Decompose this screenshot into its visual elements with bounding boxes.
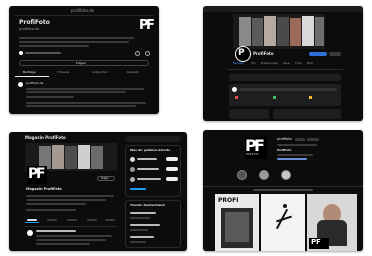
tab-reels[interactable]: Reels (283, 62, 290, 66)
composer-card (229, 84, 341, 106)
tweet-text (36, 243, 90, 245)
follower-avatar-icon (19, 51, 23, 55)
message-button[interactable] (307, 138, 319, 141)
grid-post-dancer[interactable] (261, 194, 305, 251)
profile-avatar: P F PROFIFOTO (245, 137, 267, 159)
follow-button[interactable] (295, 138, 305, 141)
stats-line (26, 209, 76, 211)
tweet-author[interactable] (36, 230, 76, 232)
follow-button[interactable]: Folgen (97, 176, 115, 181)
trends-title: Trends: Deutschland (130, 203, 165, 207)
follow-suggestion-button[interactable] (166, 167, 178, 171)
intro-card (229, 109, 269, 119)
highlight-circle[interactable] (259, 170, 269, 180)
tab-bar: Beiträge Threads Antworten Reposts (15, 68, 153, 77)
profile-handle: profifoto.de (19, 27, 40, 31)
tab-posts[interactable]: Beiträge (23, 71, 36, 74)
post-card (273, 109, 341, 119)
suggestions-panel: Was dir gefallen könnte (125, 145, 181, 197)
search-input[interactable] (125, 136, 181, 142)
more-options-icon[interactable] (145, 51, 150, 56)
tab-reposts[interactable]: Reposts (127, 71, 139, 74)
screenshot-x-profile: Magazin ProfiFoto P F Folgen Magazin Pro… (9, 132, 187, 251)
bio-line (19, 45, 89, 47)
tab-more[interactable]: Mehr (307, 62, 313, 66)
divider (25, 226, 117, 227)
show-more-link[interactable] (130, 188, 146, 190)
bio-line (277, 154, 313, 156)
suggestions-title: Was dir gefallen könnte (130, 148, 171, 152)
trends-panel: Trends: Deutschland (125, 200, 181, 248)
profile-tabs (25, 218, 117, 223)
grid-tabs[interactable] (253, 189, 313, 191)
follow-suggestion-button[interactable] (166, 177, 178, 181)
header-title: Magazin ProfiFoto (25, 135, 66, 140)
page-name: ProfiFoto (253, 51, 274, 56)
profile-name: ProfiFoto (19, 19, 50, 26)
post-text (26, 91, 126, 93)
top-nav (203, 6, 363, 12)
profile-name: ProfiFoto (277, 148, 292, 152)
page-avatar: P (235, 46, 251, 62)
page-tabs: Beiträge Info Erwähnungen Reels Fotos Me… (227, 62, 343, 68)
grid-post-magazine[interactable]: PROFI (215, 194, 259, 251)
post-text (26, 102, 146, 104)
tab-mentions[interactable]: Erwähnungen (261, 62, 278, 66)
profile-avatar: P F (139, 18, 155, 33)
username: profifoto (277, 137, 292, 141)
post-text (26, 88, 144, 90)
highlight-circle[interactable] (281, 170, 291, 180)
follower-count[interactable] (25, 52, 61, 54)
bio-line (26, 199, 106, 201)
screenshot-instagram-profile: P F PROFIFOTO profifoto ProfiFoto PROFI … (203, 130, 363, 251)
screenshot-facebook-page: P ProfiFoto Beiträge Info Erwähnungen Re… (203, 6, 363, 121)
tab-threads[interactable]: Threads (57, 71, 69, 74)
tweet-text (36, 235, 112, 237)
divider (203, 186, 363, 187)
message-button[interactable] (329, 52, 341, 56)
divider (227, 69, 343, 70)
follow-button[interactable]: Folgen (19, 60, 149, 66)
post-text (26, 96, 74, 98)
grid-post-portrait[interactable]: P F (307, 194, 357, 251)
cover-photo (233, 14, 325, 49)
bio-line (26, 203, 86, 205)
tweet-avatar (27, 230, 33, 236)
post-author[interactable]: profifoto.de (26, 82, 43, 85)
tab-replies[interactable]: Antworten (92, 71, 108, 74)
tab-info[interactable]: Info (251, 62, 256, 66)
tab-indicator (15, 76, 49, 77)
bio-line (26, 195, 114, 197)
follow-button[interactable] (309, 52, 327, 56)
post-avatar (18, 82, 23, 87)
screenshot-threads-profile: profifoto.de ProfiFoto profifoto.de P F … (9, 6, 159, 114)
post-text (26, 105, 136, 107)
profile-avatar: P F (27, 166, 47, 184)
notice-card (229, 74, 341, 81)
stats-line (277, 144, 317, 146)
divider (15, 15, 153, 16)
profile-name: Magazin ProfiFoto (26, 187, 62, 191)
highlight-circle[interactable] (237, 170, 247, 180)
bio-line (19, 41, 129, 43)
tab-posts[interactable]: Beiträge (233, 62, 244, 66)
tweet-text (36, 239, 106, 241)
instagram-icon[interactable] (135, 51, 140, 56)
address-bar[interactable]: profifoto.de (71, 9, 94, 13)
bio-line (19, 37, 134, 39)
follow-suggestion-button[interactable] (166, 157, 178, 161)
bio-link[interactable] (277, 158, 307, 160)
tab-photos[interactable]: Fotos (295, 62, 302, 66)
